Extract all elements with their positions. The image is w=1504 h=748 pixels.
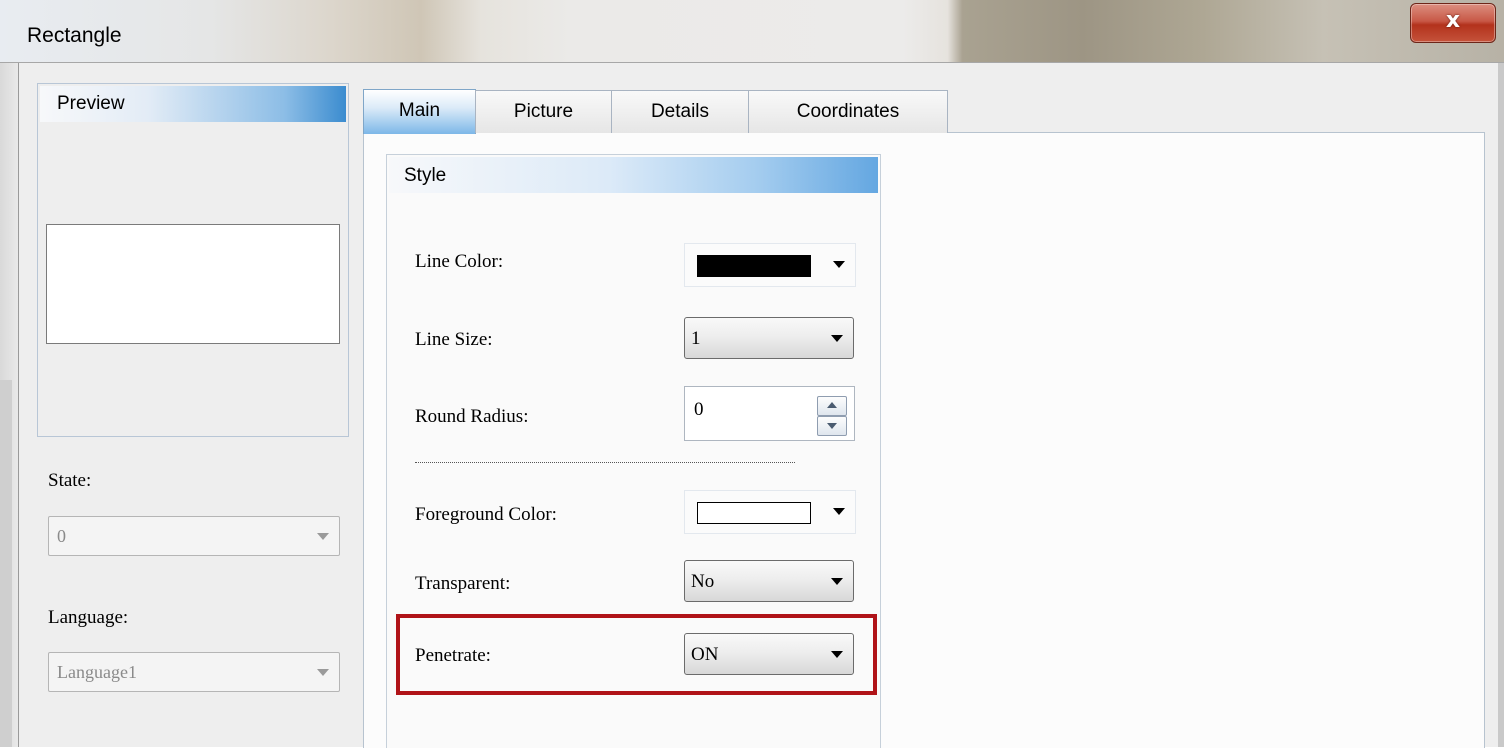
tab-details[interactable]: Details <box>611 90 749 133</box>
transparent-value: No <box>691 571 715 592</box>
language-dropdown: Language1 <box>48 652 340 692</box>
state-label: State: <box>48 470 92 491</box>
chevron-down-icon <box>833 261 845 268</box>
tab-coordinates[interactable]: Coordinates <box>748 90 948 133</box>
close-icon: x <box>1445 8 1461 33</box>
transparent-label: Transparent: <box>415 573 511 594</box>
foreground-color-label: Foreground Color: <box>415 504 557 525</box>
chevron-down-icon <box>317 533 329 540</box>
state-dropdown: 0 <box>48 516 340 556</box>
line-color-picker[interactable] <box>684 243 856 287</box>
round-radius-spinbox[interactable]: 0 <box>684 386 855 441</box>
language-label: Language: <box>48 607 129 628</box>
line-size-dropdown[interactable]: 1 <box>684 317 854 359</box>
window-title: Rectangle <box>27 24 122 47</box>
close-button[interactable]: x <box>1410 3 1496 43</box>
arrow-up-icon <box>827 402 837 408</box>
tab-label: Details <box>650 101 710 122</box>
state-value: 0 <box>57 526 66 546</box>
tab-label: Main <box>398 100 441 121</box>
title-bar[interactable]: Rectangle x <box>0 0 1504 63</box>
tab-label: Picture <box>513 101 574 122</box>
tab-main[interactable]: Main <box>363 89 476 134</box>
line-size-value: 1 <box>691 328 701 349</box>
round-radius-label: Round Radius: <box>415 406 529 427</box>
chevron-down-icon <box>833 508 845 515</box>
style-header: Style <box>389 157 878 193</box>
transparent-dropdown[interactable]: No <box>684 560 854 602</box>
style-title: Style <box>404 165 447 186</box>
penetrate-dropdown[interactable]: ON <box>684 633 854 675</box>
spin-down-button[interactable] <box>817 416 847 436</box>
foreground-color-picker[interactable] <box>684 490 856 534</box>
window-left-frame <box>0 0 18 747</box>
line-color-swatch <box>697 255 811 277</box>
line-size-label: Line Size: <box>415 329 493 350</box>
preview-header: Preview <box>40 86 346 122</box>
separator <box>415 462 795 463</box>
chevron-down-icon <box>831 578 843 585</box>
penetrate-value: ON <box>691 644 719 665</box>
spin-up-button[interactable] <box>817 396 847 416</box>
preview-canvas <box>46 224 340 344</box>
preview-group: Preview <box>37 83 349 437</box>
chevron-down-icon <box>317 669 329 676</box>
preview-title: Preview <box>57 93 125 114</box>
language-value: Language1 <box>57 662 137 682</box>
chevron-down-icon <box>831 335 843 342</box>
chevron-down-icon <box>831 651 843 658</box>
tab-label: Coordinates <box>796 101 900 122</box>
penetrate-label: Penetrate: <box>415 645 491 666</box>
tab-picture[interactable]: Picture <box>475 90 612 133</box>
line-color-label: Line Color: <box>415 251 504 272</box>
window-right-frame <box>1498 63 1504 747</box>
arrow-down-icon <box>827 423 837 429</box>
round-radius-value: 0 <box>694 399 704 420</box>
foreground-color-swatch <box>697 502 811 524</box>
